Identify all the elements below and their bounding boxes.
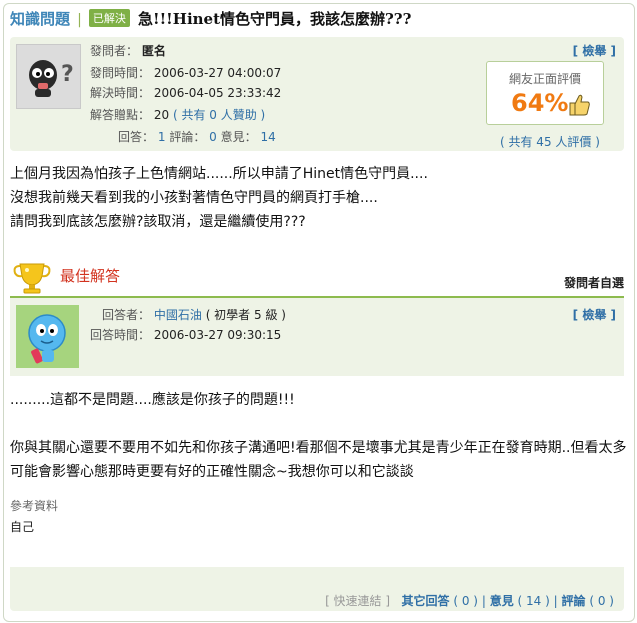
answer-paragraph: .........這都不是問題....應該是你孩子的問題!!! <box>10 392 295 408</box>
question-line: 請問我到底該怎麼辦?該取消，還是繼續使用??? <box>10 214 306 230</box>
answer-time-label: 回答時間： <box>90 328 151 342</box>
answerer-level: ( 初學者 5 級 ) <box>205 308 286 322</box>
points-value: 20 <box>153 108 170 122</box>
report-answer-link[interactable]: [ 檢舉 ] <box>573 306 616 323</box>
rating-title: 網友正面評價 <box>508 72 581 86</box>
answers-count[interactable]: 1 <box>158 130 166 144</box>
svg-text:?: ? <box>61 62 74 87</box>
reference-title: 參考資料 <box>10 499 59 513</box>
best-answer-heading: 最佳解答 <box>60 267 121 285</box>
report-question-link[interactable]: [ 檢舉 ] <box>573 42 616 59</box>
question-line: 上個月我因為怕孩子上色情網站......所以申請了Hinet情色守門員.... <box>10 166 428 182</box>
thumbs-up-icon[interactable] <box>569 93 591 121</box>
comments-label: 評論： <box>169 130 206 144</box>
sponsor-link[interactable]: ( 共有 0 人贊助 ) <box>173 108 265 122</box>
best-answer-header: 最佳解答 發問者自選 <box>10 262 624 294</box>
comments-count: ( 0 ) <box>589 594 614 608</box>
brand-link[interactable]: 知識問題 <box>10 10 70 28</box>
rating-panel: 網友正面評價 64% <box>486 61 604 125</box>
question-info-box: ? 發問者： 匿名 發問時間： 2006-03-27 04:00:07 解決時間… <box>10 37 624 151</box>
asker-choice-label: 發問者自選 <box>563 276 624 290</box>
answer-time-value: 2006-03-27 09:30:15 <box>153 328 282 342</box>
footer-bar: [ 快速連結 ] 其它回答 ( 0 ) | 意見 ( 14 ) | 評論 ( 0… <box>10 567 624 611</box>
title-separator: | <box>77 12 82 28</box>
status-badge: 已解決 <box>88 9 130 27</box>
solve-time-value: 2006-04-05 23:33:42 <box>153 86 282 100</box>
opinions-count: ( 14 ) <box>517 594 550 608</box>
anonymous-avatar-icon: ? <box>16 44 81 109</box>
solve-time-label: 解決時間： <box>90 86 151 100</box>
trophy-icon <box>12 262 52 300</box>
answerer-avatar-icon[interactable] <box>16 305 79 368</box>
opinions-label: 意見： <box>220 130 257 144</box>
question-title: 急!!!Hinet情色守門員，我該怎麼辦??? <box>138 10 412 28</box>
answerer-name-link[interactable]: 中國石油 <box>154 308 202 322</box>
comments-link[interactable]: 評論 <box>562 594 586 608</box>
opinions-link[interactable]: 意見 <box>490 594 514 608</box>
comments-count[interactable]: 0 <box>209 130 217 144</box>
points-label: 解答贈點： <box>90 108 151 122</box>
footer-divider: | <box>481 594 486 608</box>
rating-percent: 64% <box>511 89 569 117</box>
answer-info-box: 回答者： 中國石油 ( 初學者 5 級 ) 回答時間： 2006-03-27 0… <box>10 298 624 376</box>
ask-time-value: 2006-03-27 04:00:07 <box>153 66 282 80</box>
other-answers-count: ( 0 ) <box>453 594 478 608</box>
ask-time-label: 發問時間： <box>90 66 151 80</box>
quick-link-button[interactable]: [ 快速連結 ] <box>325 594 390 608</box>
footer-links: [ 快速連結 ] 其它回答 ( 0 ) | 意見 ( 14 ) | 評論 ( 0… <box>325 592 614 609</box>
reference-body: 自己 <box>10 520 35 534</box>
answer-body: .........這都不是問題....應該是你孩子的問題!!! 你與其關心還要不… <box>10 388 630 484</box>
asker-label: 發問者： <box>90 44 139 58</box>
other-answers-link[interactable]: 其它回答 <box>402 594 450 608</box>
question-line: 沒想我前幾天看到我的小孩對著情色守門員的網頁打手槍.... <box>10 190 378 206</box>
question-body: 上個月我因為怕孩子上色情網站......所以申請了Hinet情色守門員.... … <box>10 162 428 234</box>
answers-label: 回答： <box>118 130 155 144</box>
opinions-count[interactable]: 14 <box>260 130 275 144</box>
rating-votes[interactable]: ( 共有 45 人評價 ) <box>500 133 600 150</box>
title-row: 知識問題 | 已解決 急!!!Hinet情色守門員，我該怎麼辦??? <box>10 8 411 30</box>
answer-paragraph: 你與其關心還要不要用不如先和你孩子溝通吧!看那個不是壞事尤其是青少年正在發育時期… <box>10 440 627 480</box>
answerer-label: 回答者： <box>102 308 151 322</box>
footer-divider: | <box>553 594 558 608</box>
asker-value: 匿名 <box>141 44 166 58</box>
